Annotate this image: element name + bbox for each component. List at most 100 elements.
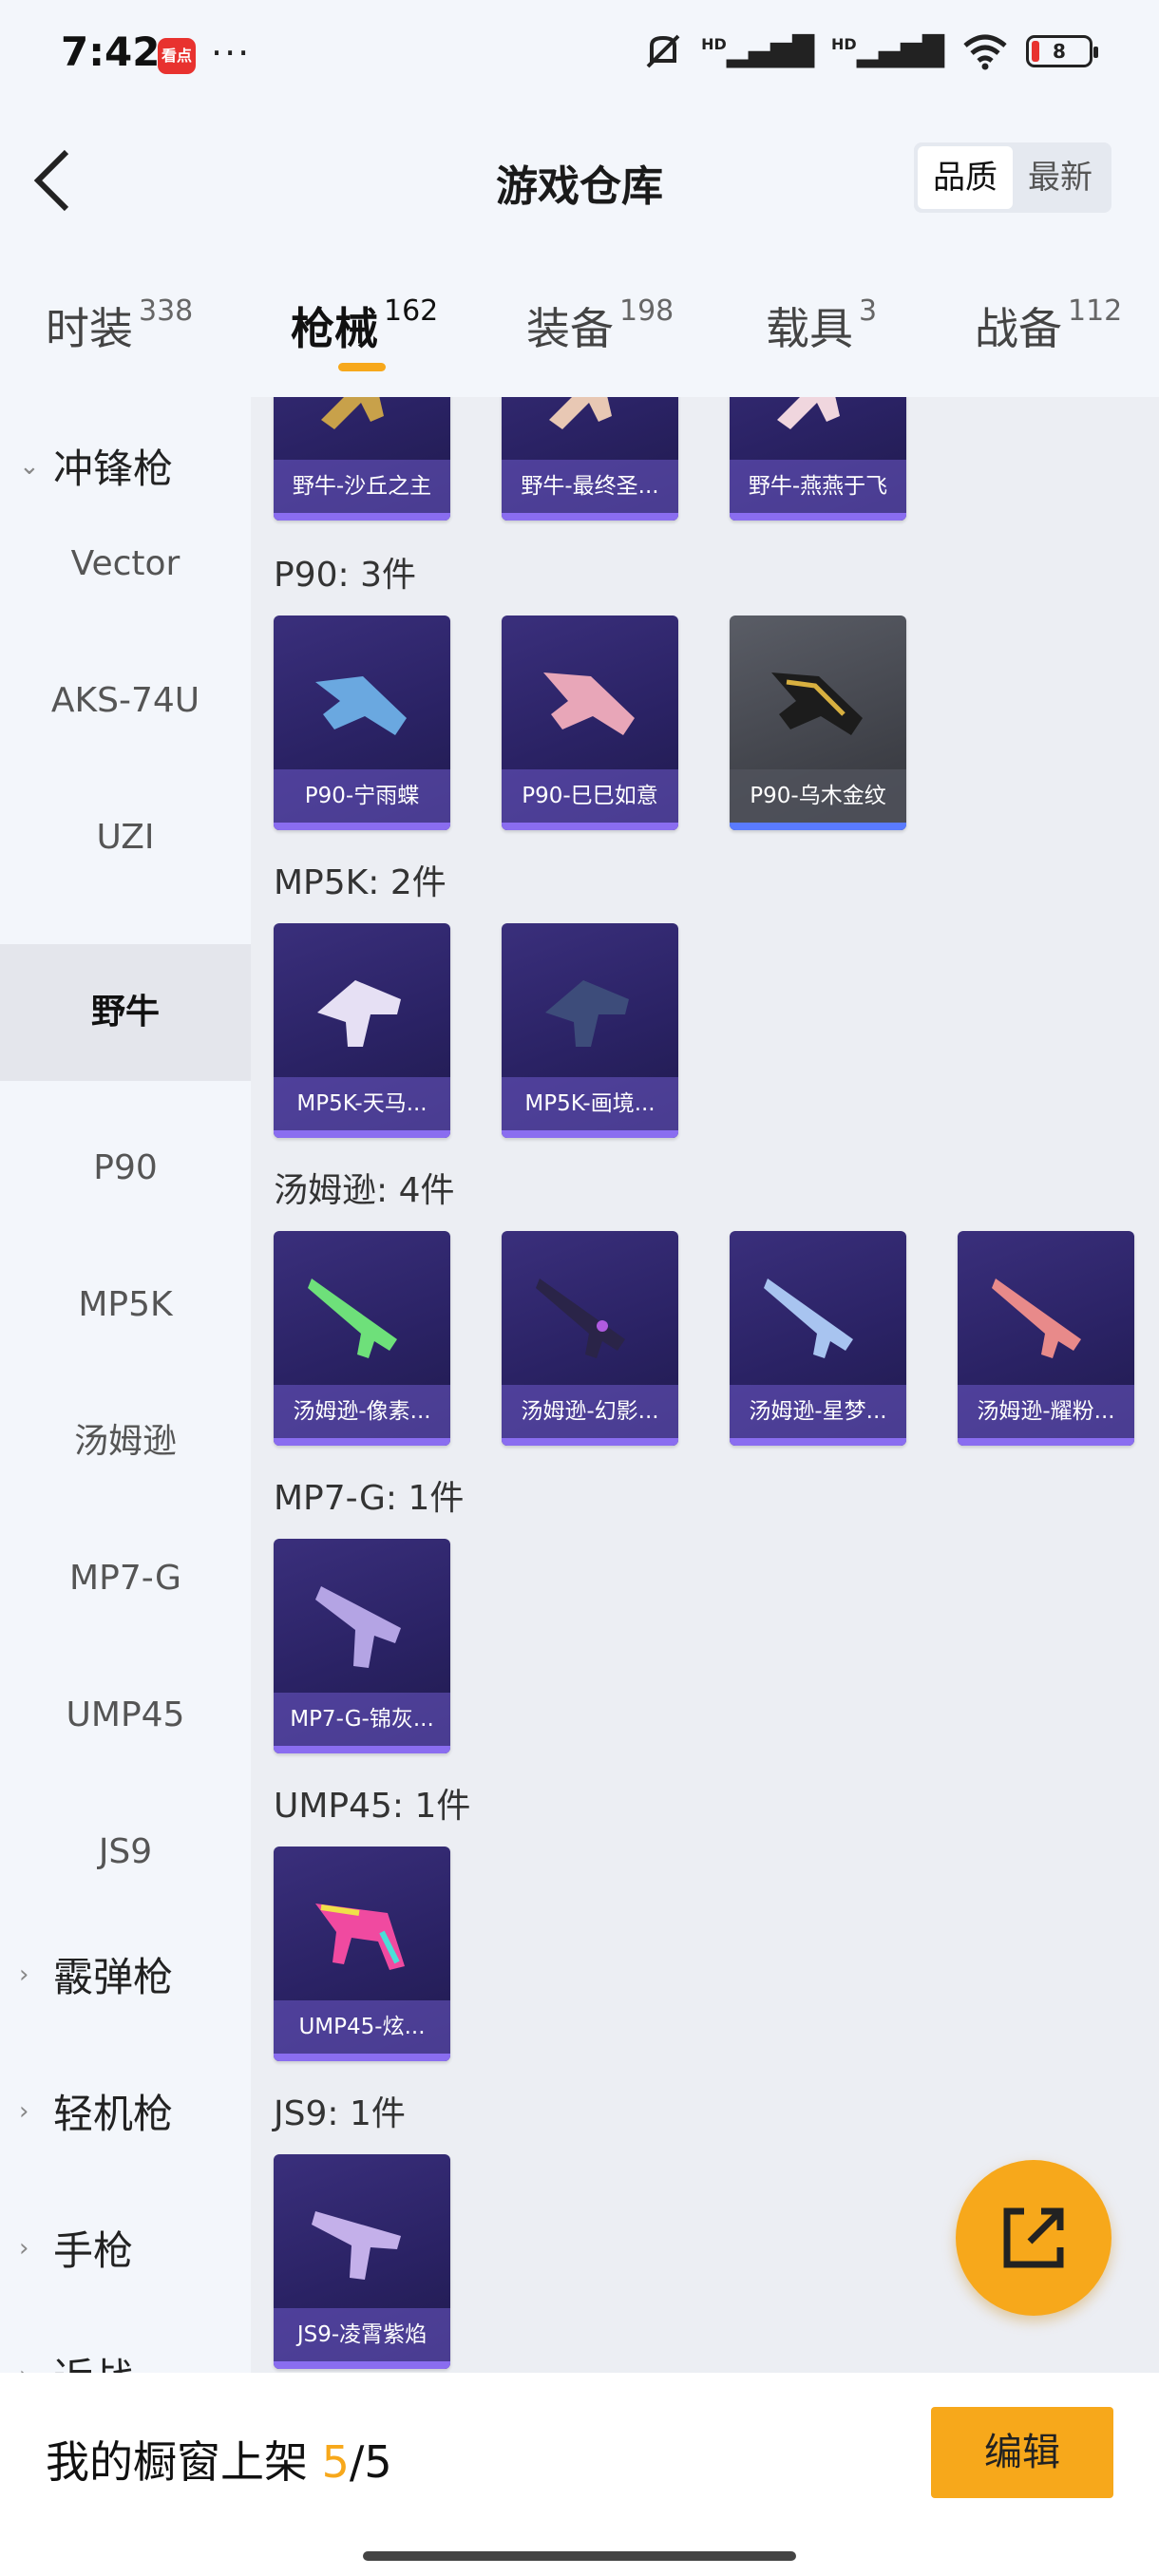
more-notifications-icon: ··· [211,32,252,74]
rarity-bar [274,2054,450,2061]
item-name: P90-巳巳如意 [502,769,678,823]
weapon-skin-icon [321,397,384,429]
showcase-status: 我的橱窗上架 5/5 [46,2436,392,2488]
weapon-skin-icon [549,397,612,429]
tab-fashion[interactable]: 时装 338 [46,294,193,357]
battery-icon: 8 [1026,35,1098,67]
sidebar-item-p90[interactable]: P90 [0,1121,251,1216]
sort-toggle[interactable]: 品质 最新 [914,142,1112,213]
item-grid: 野牛-沙丘之主 野牛-最终圣... 野牛-燕燕于飞 P90: 3件 P90-宁雨… [251,397,1159,2373]
item-card[interactable]: MP5K-画境... [502,923,678,1138]
rarity-bar [274,1130,450,1138]
item-card[interactable]: JS9-凌霄紫焰 [274,2154,450,2369]
group-title-js9: JS9: 1件 [274,2094,406,2133]
item-card[interactable]: MP5K-天马... [274,923,450,1138]
item-card[interactable]: 野牛-燕燕于飞 [730,397,906,521]
group-title-p90: P90: 3件 [274,556,416,595]
sidebar-item-vector[interactable]: Vector [0,517,251,612]
app-notification-icon: 看点 [158,38,196,74]
weapon-skin-icon [315,1904,405,1970]
rarity-bar [502,513,678,521]
item-card[interactable]: P90-乌木金纹 [730,616,906,830]
sort-newest-button[interactable]: 最新 [1013,146,1108,209]
chevron-right-icon: › [19,1960,29,1989]
sidebar-category-lmg[interactable]: › 轻机枪 [19,2082,173,2140]
item-card[interactable]: 野牛-最终圣... [502,397,678,521]
weapon-skin-icon [317,980,401,1047]
item-name: P90-乌木金纹 [730,769,906,823]
signal-hd-icon: HD▂▄▆█ [701,34,815,68]
sidebar-item-thompson[interactable]: 汤姆逊 [0,1394,251,1489]
wifi-icon [963,34,1007,70]
share-button[interactable] [956,2160,1112,2316]
item-card[interactable]: 汤姆逊-幻影... [502,1231,678,1446]
rarity-bar [958,1438,1134,1446]
rarity-bar [502,1438,678,1446]
item-name: 汤姆逊-幻影... [502,1385,678,1438]
sidebar-item-uzi[interactable]: UZI [0,790,251,885]
item-name: 汤姆逊-耀粉... [958,1385,1134,1438]
group-title-mp7g: MP7-G: 1件 [274,1479,465,1518]
item-card[interactable]: MP7-G-锦灰... [274,1539,450,1753]
tab-equipment[interactable]: 装备 198 [526,294,674,357]
item-name: UMP45-炫... [274,2000,450,2054]
item-card[interactable]: 汤姆逊-星梦... [730,1231,906,1446]
weapon-skin-icon [543,672,635,735]
rarity-bar [274,1438,450,1446]
tab-supplies[interactable]: 战备 112 [975,294,1122,357]
chevron-down-icon: ⌄ [19,451,40,481]
item-name: 汤姆逊-像素... [274,1385,450,1438]
tab-vehicles[interactable]: 载具 3 [766,294,877,357]
weapon-skin-icon [308,1279,397,1358]
item-name: MP5K-画境... [502,1077,678,1130]
sidebar-item-mp7g[interactable]: MP7-G [0,1531,251,1626]
weapon-skin-icon [312,2211,401,2280]
rarity-bar [730,823,906,830]
signal-hd-icon-2: HD▂▄▆█ [831,34,944,68]
rarity-bar [502,1130,678,1138]
chevron-right-icon: › [19,2233,29,2263]
weapon-skin-icon [545,980,629,1047]
chevron-right-icon: › [19,2096,29,2126]
rarity-bar [274,2361,450,2369]
sidebar-item-mp5k[interactable]: MP5K [0,1258,251,1353]
status-time: 7:42 [61,28,161,75]
page-header: 游戏仓库 品质 最新 [0,114,1159,247]
item-card[interactable]: 野牛-沙丘之主 [274,397,450,521]
item-card[interactable]: 汤姆逊-像素... [274,1231,450,1446]
item-name: 野牛-最终圣... [502,460,678,513]
active-tab-indicator [338,363,386,371]
sidebar-category-pistol[interactable]: › 手枪 [19,2219,133,2277]
sidebar: ⌄ 冲锋枪 Vector AKS-74U UZI 野牛 P90 MP5K 汤姆逊… [0,397,251,2401]
item-card[interactable]: P90-巳巳如意 [502,616,678,830]
sidebar-category-smg[interactable]: ⌄ 冲锋枪 [19,437,173,495]
sidebar-item-bison[interactable]: 野牛 [0,944,251,1081]
rarity-bar [274,823,450,830]
sidebar-category-shotgun[interactable]: › 霰弹枪 [19,1945,173,2003]
weapon-skin-icon [771,672,863,735]
edit-button[interactable]: 编辑 [931,2407,1113,2498]
mute-icon [646,34,680,68]
home-indicator[interactable] [363,2551,796,2561]
sidebar-item-ump45[interactable]: UMP45 [0,1668,251,1763]
group-title-thompson: 汤姆逊: 4件 [274,1171,455,1210]
status-icons: HD▂▄▆█ HD▂▄▆█ 8 [642,32,1098,70]
tab-weapons[interactable]: 枪械 162 [291,294,438,357]
sidebar-item-js9[interactable]: JS9 [0,1805,251,1900]
item-name: 野牛-燕燕于飞 [730,460,906,513]
sort-quality-button[interactable]: 品质 [918,146,1013,209]
item-card[interactable]: UMP45-炫... [274,1847,450,2061]
item-card[interactable]: 汤姆逊-耀粉... [958,1231,1134,1446]
item-name: P90-宁雨蝶 [274,769,450,823]
group-title-mp5k: MP5K: 2件 [274,863,446,902]
weapon-skin-icon [315,676,407,735]
weapon-skin-icon [536,1279,625,1358]
sidebar-item-aks74u[interactable]: AKS-74U [0,653,251,748]
category-tabs: 时装 338 枪械 162 装备 198 载具 3 战备 112 [0,247,1159,397]
item-name: 野牛-沙丘之主 [274,460,450,513]
item-name: JS9-凌霄紫焰 [274,2308,450,2361]
weapon-skin-icon [764,1279,853,1358]
item-card[interactable]: P90-宁雨蝶 [274,616,450,830]
item-name: MP7-G-锦灰... [274,1693,450,1746]
showcase-bar: 我的橱窗上架 5/5 编辑 [0,2373,1159,2576]
